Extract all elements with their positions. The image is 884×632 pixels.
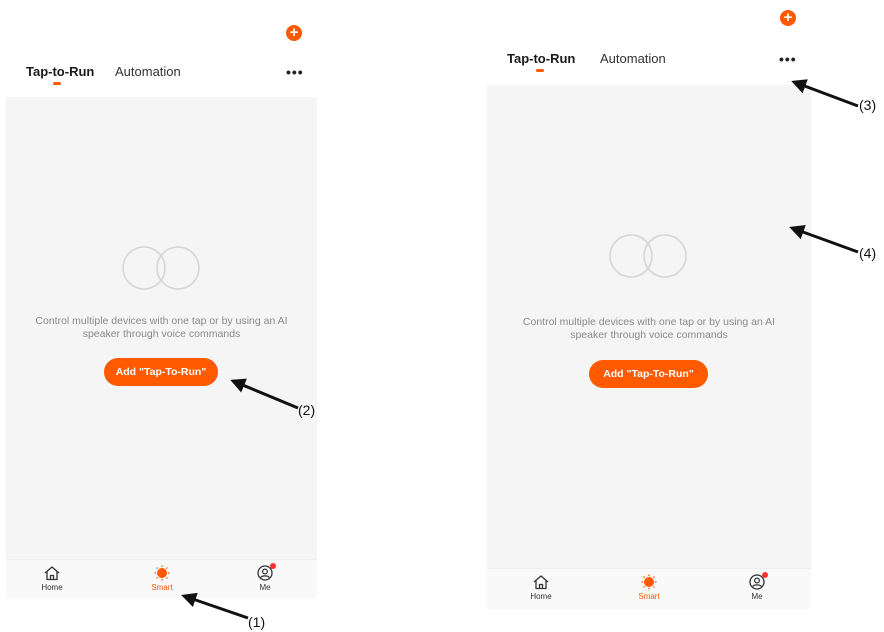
empty-state-line-2: speaker through voice commands — [570, 329, 728, 341]
scene-tabs: Tap-to-Run Automation ••• — [487, 49, 811, 79]
annotation-label-4: (4) — [859, 245, 877, 261]
home-icon — [44, 566, 60, 581]
smart-sun-icon — [154, 565, 170, 581]
nav-home[interactable]: Home — [511, 569, 571, 609]
nav-me-label: Me — [751, 592, 763, 601]
annotation-label-3: (3) — [859, 97, 877, 113]
empty-state-text: Control multiple devices with one tap or… — [6, 315, 317, 341]
empty-content-area: Control multiple devices with one tap or… — [6, 97, 317, 559]
add-tap-to-run-button[interactable]: Add "Tap-To-Run" — [589, 360, 708, 388]
nav-me-label: Me — [259, 583, 271, 592]
nav-smart-label: Smart — [151, 583, 173, 592]
tab-tap-to-run[interactable]: Tap-to-Run — [26, 64, 94, 79]
home-icon — [533, 575, 549, 590]
tab-automation[interactable]: Automation — [115, 64, 181, 79]
empty-content-area: Control multiple devices with one tap or… — [487, 85, 811, 568]
nav-smart[interactable]: Smart — [132, 560, 192, 598]
scene-tabs: Tap-to-Run Automation ••• — [6, 62, 317, 92]
nav-me[interactable]: Me — [727, 569, 787, 609]
empty-circles-icon — [122, 246, 200, 290]
nav-home-label: Home — [530, 592, 552, 601]
more-icon[interactable]: ••• — [779, 51, 797, 67]
bottom-nav: Home Smart Me — [6, 559, 317, 598]
empty-state-line-2: speaker through voice commands — [82, 328, 241, 340]
more-icon[interactable]: ••• — [286, 64, 304, 80]
notification-badge — [762, 572, 768, 578]
left-phone-screen: + Tap-to-Run Automation ••• Control mult… — [6, 0, 317, 600]
plus-icon[interactable]: + — [286, 25, 302, 41]
right-phone-screen: + Tap-to-Run Automation ••• Control mult… — [487, 0, 811, 612]
empty-state-line-1: Control multiple devices with one tap or… — [35, 315, 288, 327]
nav-me[interactable]: Me — [235, 560, 295, 598]
nav-home-label: Home — [41, 583, 63, 592]
plus-icon[interactable]: + — [780, 10, 796, 26]
smart-sun-icon — [641, 574, 657, 590]
nav-home[interactable]: Home — [22, 560, 82, 598]
tab-automation[interactable]: Automation — [600, 51, 666, 66]
add-tap-to-run-button[interactable]: Add "Tap-To-Run" — [104, 358, 218, 386]
nav-smart[interactable]: Smart — [619, 569, 679, 609]
empty-state-line-1: Control multiple devices with one tap or… — [522, 316, 776, 328]
bottom-nav: Home Smart Me — [487, 568, 811, 609]
empty-circles-icon — [609, 234, 687, 278]
annotation-label-1: (1) — [248, 614, 266, 630]
annotation-label-2: (2) — [298, 402, 316, 418]
active-tab-indicator — [53, 82, 61, 85]
empty-state-text: Control multiple devices with one tap or… — [487, 316, 811, 342]
notification-badge — [270, 563, 276, 569]
active-tab-indicator — [536, 69, 544, 72]
tab-tap-to-run[interactable]: Tap-to-Run — [507, 51, 575, 66]
nav-smart-label: Smart — [638, 592, 660, 601]
